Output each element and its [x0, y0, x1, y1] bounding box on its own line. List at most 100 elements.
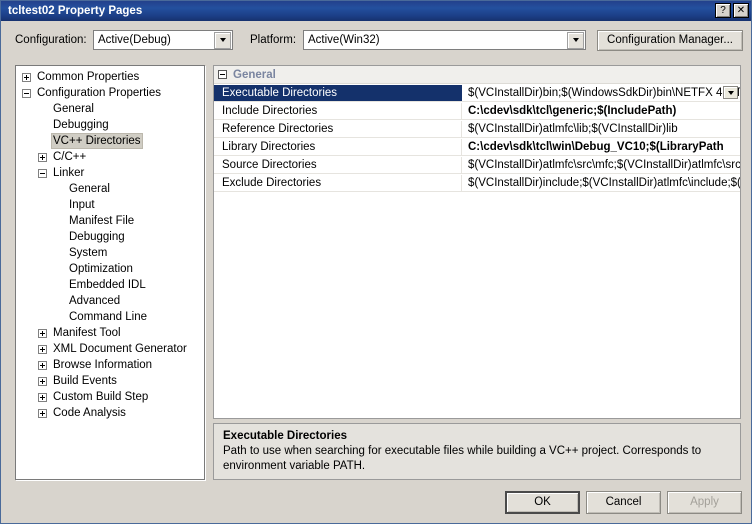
tree-item-label: General — [69, 183, 110, 195]
tree-item-label: Configuration Properties — [37, 87, 162, 99]
tree-spacer-icon — [38, 137, 47, 146]
tree-item-xml-document-generator[interactable]: XML Document Generator — [16, 341, 204, 357]
tree-item-label: Browse Information — [53, 359, 153, 371]
collapse-icon[interactable] — [22, 88, 31, 98]
tree-spacer-icon — [54, 185, 63, 194]
description-body: Path to use when searching for executabl… — [223, 445, 702, 472]
tree-spacer-icon — [54, 201, 63, 210]
chevron-down-icon[interactable] — [214, 31, 231, 49]
grid-row[interactable]: Exclude Directories $(VCInstallDir)includ… — [214, 174, 740, 192]
tree-item-label: Manifest Tool — [53, 327, 121, 339]
grid-row[interactable]: Source Directories $(VCInstallDir)atlmfc\… — [214, 156, 740, 174]
chevron-down-icon[interactable] — [567, 31, 584, 49]
grid-row-name: Reference Directories — [214, 120, 462, 137]
grid-row[interactable]: Library Directories C:\cdev\sdk\tcl\win\D… — [214, 138, 740, 156]
configuration-select[interactable]: Active(Debug) — [93, 30, 233, 50]
grid-row[interactable]: Executable Directories $(VCInstallDir)bin… — [214, 84, 740, 102]
tree-item-custom-build-step[interactable]: Custom Build Step — [16, 389, 204, 405]
tree-item-label: VC++ Directories — [51, 133, 143, 149]
tree-item-label: Code Analysis — [53, 407, 126, 419]
collapse-category-icon[interactable] — [218, 70, 227, 79]
platform-select[interactable]: Active(Win32) — [303, 30, 586, 50]
platform-label: Platform: — [250, 34, 297, 46]
tree-item-label: Debugging — [69, 231, 125, 243]
property-pages-dialog: tcltest02 Property Pages ? ✕ Configurati… — [0, 0, 752, 524]
tree-item-debugging[interactable]: Debugging — [16, 229, 204, 245]
tree-spacer-icon — [54, 265, 63, 274]
tree-item-manifest-tool[interactable]: Manifest Tool — [16, 325, 204, 341]
expand-icon[interactable] — [38, 376, 47, 386]
grid-row[interactable]: Include Directories C:\cdev\sdk\tcl\gener… — [214, 102, 740, 120]
value-dropdown-icon[interactable] — [723, 86, 738, 99]
tree-item-system[interactable]: System — [16, 245, 204, 261]
window-title: tcltest02 Property Pages — [8, 5, 143, 17]
configuration-header: Configuration: Active(Debug) Platform: A… — [1, 21, 751, 61]
tree-item-c-c[interactable]: C/C++ — [16, 149, 204, 165]
tree-item-manifest-file[interactable]: Manifest File — [16, 213, 204, 229]
expand-icon[interactable] — [38, 152, 47, 162]
grid-row-name: Executable Directories — [214, 84, 462, 101]
configuration-manager-button[interactable]: Configuration Manager... — [597, 30, 743, 51]
expand-icon[interactable] — [38, 344, 47, 354]
grid-row-name: Exclude Directories — [214, 174, 462, 191]
title-bar: tcltest02 Property Pages ? ✕ — [1, 1, 751, 21]
tree-item-label: Debugging — [53, 119, 109, 131]
grid-row-value[interactable]: $(VCInstallDir)include;$(VCInstallDir)at… — [462, 175, 740, 191]
property-grid[interactable]: General Executable Directories $(VCInstal… — [213, 65, 741, 419]
property-tree[interactable]: Common Properties Configuration Propertie… — [15, 65, 205, 480]
close-icon[interactable]: ✕ — [733, 3, 749, 18]
grid-row[interactable]: Reference Directories $(VCInstallDir)atlm… — [214, 120, 740, 138]
grid-row-value[interactable]: C:\cdev\sdk\tcl\win\Debug_VC10;$(Library… — [462, 139, 740, 155]
grid-row-value[interactable]: C:\cdev\sdk\tcl\generic;$(IncludePath) — [462, 103, 740, 119]
tree-item-configuration-properties[interactable]: Configuration Properties — [16, 85, 204, 101]
configuration-label: Configuration: — [15, 34, 87, 46]
ok-button[interactable]: OK — [505, 491, 580, 514]
tree-item-optimization[interactable]: Optimization — [16, 261, 204, 277]
tree-item-label: System — [69, 247, 108, 259]
title-bar-buttons: ? ✕ — [715, 3, 749, 18]
description-panel: Executable Directories Path to use when … — [213, 423, 741, 480]
apply-button: Apply — [667, 491, 742, 514]
tree-item-label: Manifest File — [69, 215, 135, 227]
tree-item-general[interactable]: General — [16, 101, 204, 117]
cancel-button[interactable]: Cancel — [586, 491, 661, 514]
grid-row-name: Source Directories — [214, 156, 462, 173]
grid-row-value[interactable]: $(VCInstallDir)atlmfc\lib;$(VCInstallDir… — [462, 121, 740, 137]
expand-icon[interactable] — [22, 72, 31, 82]
tree-item-build-events[interactable]: Build Events — [16, 373, 204, 389]
tree-item-browse-information[interactable]: Browse Information — [16, 357, 204, 373]
tree-item-common-properties[interactable]: Common Properties — [16, 69, 204, 85]
tree-spacer-icon — [54, 249, 63, 258]
tree-item-advanced[interactable]: Advanced — [16, 293, 204, 309]
tree-spacer-icon — [54, 297, 63, 306]
grid-row-value[interactable]: $(VCInstallDir)atlmfc\src\mfc;$(VCInstal… — [462, 157, 740, 173]
tree-item-label: Optimization — [69, 263, 133, 275]
tree-item-embedded-idl[interactable]: Embedded IDL — [16, 277, 204, 293]
collapse-icon[interactable] — [38, 168, 47, 178]
tree-item-general[interactable]: General — [16, 181, 204, 197]
tree-item-debugging[interactable]: Debugging — [16, 117, 204, 133]
grid-row-value[interactable]: $(VCInstallDir)bin;$(WindowsSdkDir)bin\N… — [462, 85, 740, 101]
tree-spacer-icon — [54, 217, 63, 226]
tree-item-label: Common Properties — [37, 71, 140, 83]
tree-item-label: Linker — [53, 167, 85, 179]
grid-row-list: Executable Directories $(VCInstallDir)bin… — [214, 84, 740, 192]
platform-value: Active(Win32) — [308, 34, 380, 46]
tree-spacer-icon — [54, 281, 63, 290]
expand-icon[interactable] — [38, 328, 47, 338]
tree-item-command-line[interactable]: Command Line — [16, 309, 204, 325]
tree-item-label: General — [53, 103, 94, 115]
tree-item-code-analysis[interactable]: Code Analysis — [16, 405, 204, 421]
tree-item-label: Embedded IDL — [69, 279, 146, 291]
tree-item-label: Input — [69, 199, 95, 211]
tree-item-label: Advanced — [69, 295, 121, 307]
expand-icon[interactable] — [38, 392, 47, 402]
help-icon[interactable]: ? — [715, 3, 731, 18]
expand-icon[interactable] — [38, 408, 47, 418]
dialog-footer: OK Cancel Apply — [1, 488, 751, 523]
tree-item-input[interactable]: Input — [16, 197, 204, 213]
expand-icon[interactable] — [38, 360, 47, 370]
tree-item-linker[interactable]: Linker — [16, 165, 204, 181]
grid-row-name: Include Directories — [214, 102, 462, 119]
tree-item-vc-directories[interactable]: VC++ Directories — [16, 133, 204, 149]
